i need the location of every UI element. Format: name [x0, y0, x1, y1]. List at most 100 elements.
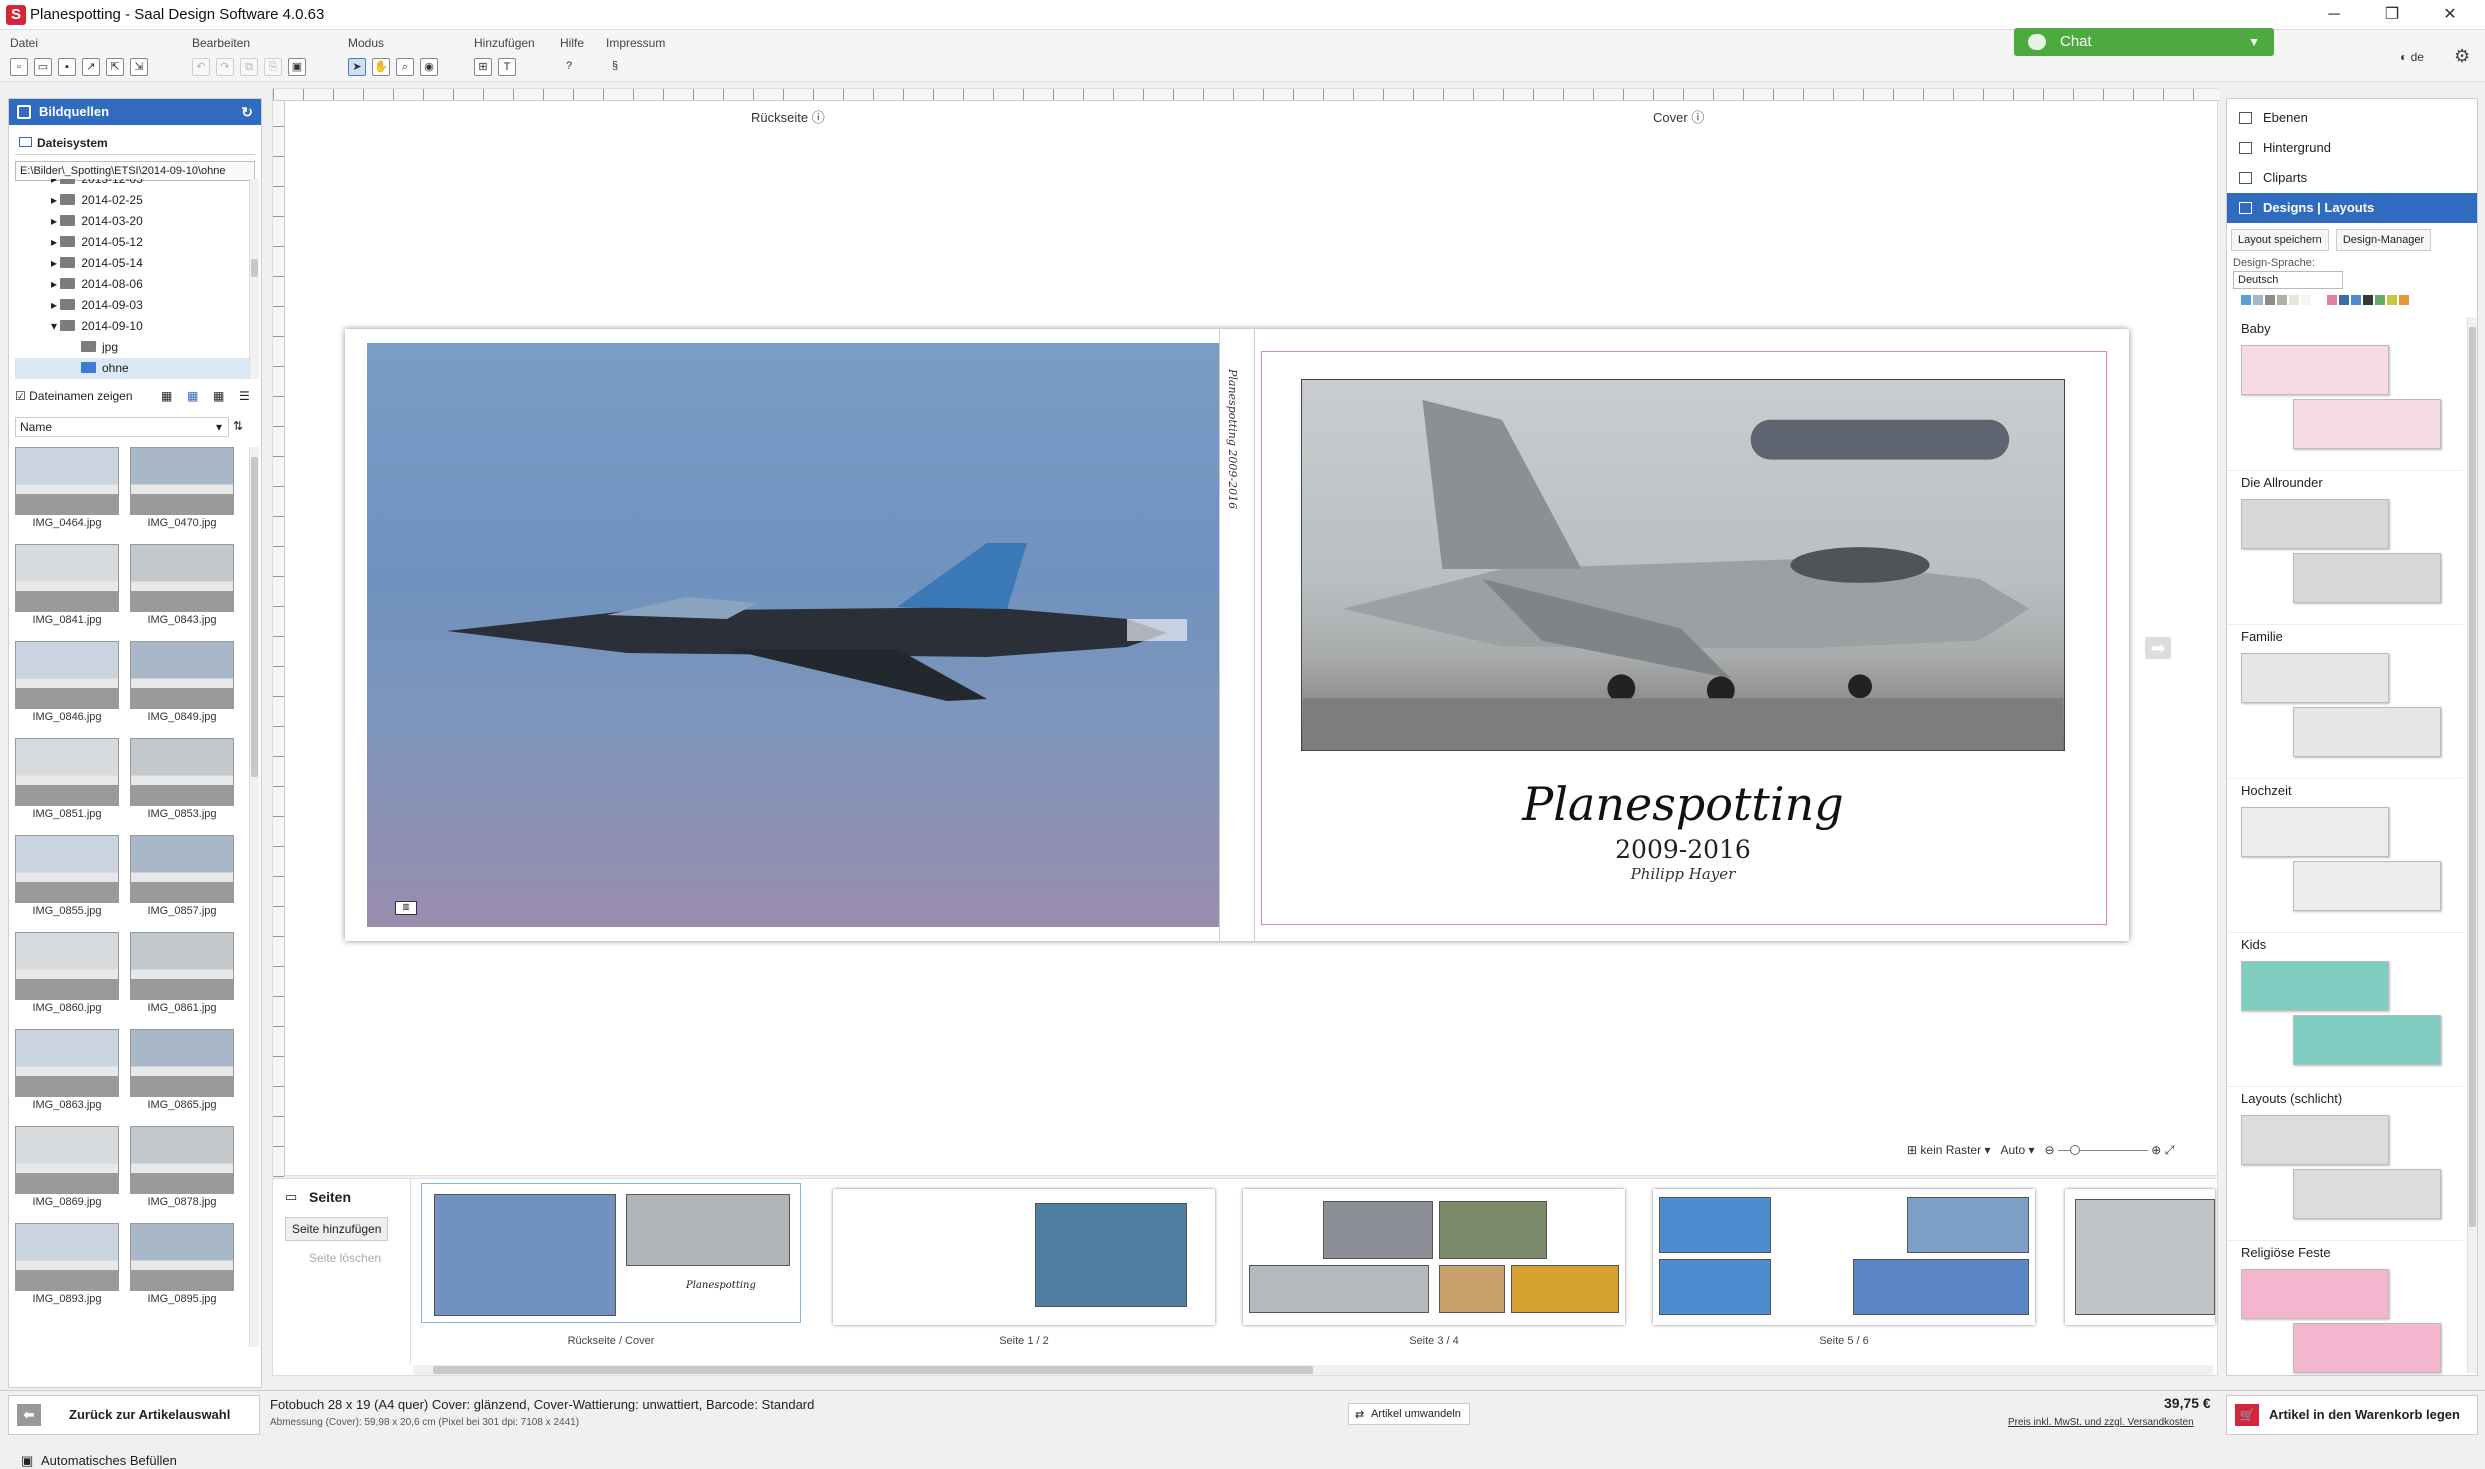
design-category[interactable]: Familie	[2227, 625, 2463, 779]
auto-fill-button[interactable]: ▣ Automatisches Befüllen	[17, 1453, 177, 1468]
language-selector[interactable]: ◐ de	[2400, 50, 2424, 64]
color-swatch[interactable]	[2277, 295, 2287, 305]
book-title[interactable]: Planespotting	[1301, 777, 2065, 831]
design-category[interactable]: Layouts (schlicht)	[2227, 1087, 2463, 1241]
add-text-icon[interactable]: T	[498, 58, 516, 76]
page-thumb[interactable]	[1653, 1189, 2035, 1325]
price-note-link[interactable]: Preis inkl. MwSt. und zzgl. Versandkoste…	[2008, 1417, 2194, 1428]
tree-item[interactable]: jpg	[15, 337, 253, 358]
design-preview[interactable]	[2293, 1323, 2441, 1373]
pages-scrollbar[interactable]	[413, 1365, 2213, 1375]
image-thumbnail[interactable]: IMG_0851.jpg	[15, 738, 119, 820]
color-swatch[interactable]	[2375, 295, 2385, 305]
design-preview[interactable]	[2241, 961, 2389, 1011]
image-thumbnail[interactable]: IMG_0860.jpg	[15, 932, 119, 1014]
fit-screen-icon[interactable]: ⤢	[2165, 1143, 2175, 1157]
help-icon[interactable]: ?	[560, 58, 578, 76]
nav-layers[interactable]: Ebenen	[2227, 103, 2477, 133]
view-list-icon[interactable]: ☰	[239, 389, 250, 403]
image-thumbnail[interactable]: IMG_0849.jpg	[130, 641, 234, 723]
design-category[interactable]: Kids	[2227, 933, 2463, 1087]
tree-item[interactable]: ▸ 2014-09-03	[15, 295, 253, 316]
export2-icon[interactable]: ⇱	[106, 58, 124, 76]
image-thumbnail[interactable]: IMG_0869.jpg	[15, 1126, 119, 1208]
zoom-slider[interactable]	[2057, 1145, 2148, 1156]
add-to-cart-button[interactable]: 🛒 Artikel in den Warenkorb legen	[2226, 1395, 2478, 1435]
design-category[interactable]: Baby	[2227, 317, 2463, 471]
tree-item[interactable]: ▸ 2014-05-14	[15, 253, 253, 274]
design-preview[interactable]	[2241, 499, 2389, 549]
design-category[interactable]: Die Allrounder	[2227, 471, 2463, 625]
back-to-articles-button[interactable]: ⬅ Zurück zur Artikelauswahl	[8, 1395, 260, 1435]
tree-item[interactable]: ▾ 2014-09-10	[15, 316, 253, 337]
front-cover-photo[interactable]	[1301, 379, 2065, 751]
design-preview[interactable]	[2241, 1115, 2389, 1165]
paragraph-icon[interactable]: §	[606, 58, 624, 76]
tree-item-selected[interactable]: ohne	[15, 358, 253, 379]
show-names-checkbox[interactable]: ☑	[15, 389, 26, 403]
image-thumbnail[interactable]: IMG_0841.jpg	[15, 544, 119, 626]
convert-article-button[interactable]: ⇄ Artikel umwandeln	[1348, 1403, 1470, 1425]
tree-item[interactable]: ▸ 2014-08-06	[15, 274, 253, 295]
color-swatch[interactable]	[2241, 295, 2251, 305]
page-thumb[interactable]	[833, 1189, 1215, 1325]
page-thumb-selected[interactable]: Planespotting	[421, 1183, 801, 1323]
image-thumbnail[interactable]: IMG_0895.jpg	[130, 1223, 234, 1305]
sort-select[interactable]: Name ▾	[15, 417, 229, 437]
copy-icon[interactable]: ⧉	[240, 58, 258, 76]
new-icon[interactable]: ▫	[10, 58, 28, 76]
info-icon[interactable]: ⓘ	[1691, 110, 1704, 125]
image-thumbnail[interactable]: IMG_0464.jpg	[15, 447, 119, 529]
book-years[interactable]: 2009-2016	[1301, 835, 2065, 864]
tree-item[interactable]: ▸ 2014-03-20	[15, 211, 253, 232]
tree-scrollbar[interactable]	[249, 179, 259, 379]
export-icon[interactable]: ↗	[82, 58, 100, 76]
color-swatch[interactable]	[2253, 295, 2263, 305]
design-category[interactable]: Hochzeit	[2227, 779, 2463, 933]
color-swatch[interactable]	[2327, 295, 2337, 305]
path-field[interactable]: E:\Bilder\_Spotting\ETSI\2014-09-10\ohne	[15, 161, 255, 181]
sort-direction-icon[interactable]: ⇅	[233, 419, 243, 433]
grid-select[interactable]: kein Raster ▾	[1920, 1143, 1990, 1157]
color-swatch[interactable]	[2289, 295, 2299, 305]
save-layout-button[interactable]: Layout speichern	[2231, 229, 2329, 251]
image-thumbnail[interactable]: IMG_0470.jpg	[130, 447, 234, 529]
image-thumbnail[interactable]: IMG_0857.jpg	[130, 835, 234, 917]
refresh-icon[interactable]: ↻	[241, 99, 253, 125]
image-edit-icon[interactable]: ▣	[288, 58, 306, 76]
color-swatch[interactable]	[2363, 295, 2373, 305]
design-preview[interactable]	[2293, 1015, 2441, 1065]
tab-filesystem[interactable]: Dateisystem	[15, 133, 255, 155]
color-swatch[interactable]	[2387, 295, 2397, 305]
back-cover-photo[interactable]: ▥	[367, 343, 1219, 927]
design-preview[interactable]	[2293, 399, 2441, 449]
restore-icon[interactable]: ❐	[2374, 4, 2410, 26]
chat-button[interactable]: Chat ▼	[2014, 28, 2274, 56]
image-thumbnail[interactable]: IMG_0846.jpg	[15, 641, 119, 723]
pointer-icon[interactable]: ➤	[348, 58, 366, 76]
image-thumbnail[interactable]: IMG_0865.jpg	[130, 1029, 234, 1111]
add-page-button[interactable]: Seite hinzufügen	[285, 1217, 389, 1241]
eye-icon[interactable]: ◉	[420, 58, 438, 76]
nav-cliparts[interactable]: Cliparts	[2227, 163, 2477, 193]
delete-page-button[interactable]: Seite löschen	[309, 1251, 381, 1265]
tree-item[interactable]: ▸ 2014-05-12	[15, 232, 253, 253]
design-preview[interactable]	[2241, 807, 2389, 857]
info-icon[interactable]: ⓘ	[812, 110, 825, 125]
design-canvas[interactable]: Rückseite ⓘ Cover ⓘ ▥ Planespotting 2009…	[272, 88, 2219, 1177]
zoom-icon[interactable]: ⌕	[396, 58, 414, 76]
book-author[interactable]: Philipp Hayer	[1301, 865, 2065, 883]
nav-background[interactable]: Hintergrund	[2227, 133, 2477, 163]
color-swatch[interactable]	[2265, 295, 2275, 305]
design-preview[interactable]	[2241, 1269, 2389, 1319]
image-thumbnail[interactable]: IMG_0893.jpg	[15, 1223, 119, 1305]
design-preview[interactable]	[2293, 1169, 2441, 1219]
open-icon[interactable]: ▭	[34, 58, 52, 76]
design-preview[interactable]	[2241, 345, 2389, 395]
minimize-icon[interactable]: ─	[2316, 4, 2352, 26]
color-swatch[interactable]	[2301, 295, 2311, 305]
export3-icon[interactable]: ⇲	[130, 58, 148, 76]
view-small-icon[interactable]: ▦	[213, 389, 224, 403]
color-swatch[interactable]	[2399, 295, 2409, 305]
design-category[interactable]: Religiöse Feste	[2227, 1241, 2463, 1377]
